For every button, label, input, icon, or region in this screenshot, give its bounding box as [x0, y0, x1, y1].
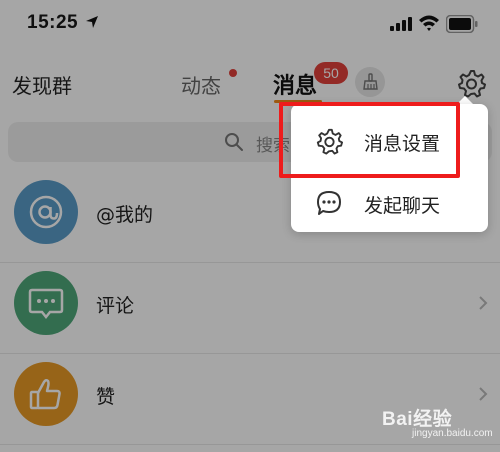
menu-item-start-chat[interactable]: 发起聊天 [291, 172, 488, 234]
chat-bubble-icon [317, 191, 341, 215]
menu-item-label: 发起聊天 [364, 195, 441, 217]
watermark-subtext: jingyan.baidu.com [412, 428, 493, 439]
highlight-annotation [279, 102, 460, 178]
watermark-text: Bai经验 [382, 409, 453, 430]
watermark-logo: Bai经验 jingyan.baidu.com [382, 398, 498, 448]
